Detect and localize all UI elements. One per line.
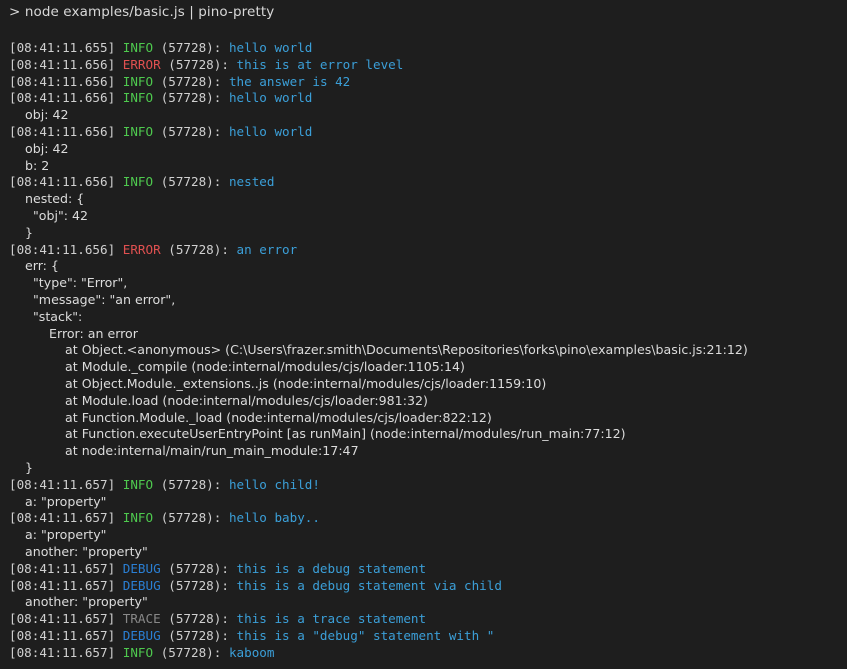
log-message: this is a trace statement <box>237 611 427 626</box>
log-entry: [08:41:11.656] INFO (57728): the answer … <box>0 74 847 91</box>
log-level-badge: ERROR <box>123 242 161 257</box>
log-entry: [08:41:11.657] TRACE (57728): this is a … <box>0 611 847 628</box>
log-object-line: at Module._compile (node:internal/module… <box>0 359 847 376</box>
log-pid: (57728): <box>161 477 222 492</box>
log-message: this is at error level <box>237 57 404 72</box>
shell-command: node examples/basic.js | pino-pretty <box>25 4 275 20</box>
log-level-badge: INFO <box>123 74 153 89</box>
log-entry: [08:41:11.656] INFO (57728): hello world <box>0 90 847 107</box>
log-pid: (57728): <box>161 90 222 105</box>
log-object-line: err: { <box>0 258 847 275</box>
log-message: hello world <box>229 124 312 139</box>
log-pid: (57728): <box>168 611 229 626</box>
log-timestamp: [08:41:11.657] <box>9 510 115 525</box>
log-timestamp: [08:41:11.656] <box>9 74 115 89</box>
log-object-line: another: "property" <box>0 544 847 561</box>
log-timestamp: [08:41:11.657] <box>9 611 115 626</box>
log-pid: (57728): <box>168 578 229 593</box>
log-entry: [08:41:11.657] DEBUG (57728): this is a … <box>0 561 847 578</box>
log-message: hello child! <box>229 477 320 492</box>
prompt-sigil: > <box>9 4 20 20</box>
log-entry: [08:41:11.656] INFO (57728): nested <box>0 174 847 191</box>
log-pid: (57728): <box>161 645 222 660</box>
log-object-line: at Object.Module._extensions..js (node:i… <box>0 376 847 393</box>
log-entry: [08:41:11.656] INFO (57728): hello world <box>0 124 847 141</box>
log-pid: (57728): <box>168 57 229 72</box>
log-entry: [08:41:11.657] INFO (57728): kaboom <box>0 645 847 662</box>
log-object-line: at node:internal/main/run_main_module:17… <box>0 443 847 460</box>
log-level-badge: DEBUG <box>123 628 161 643</box>
log-message: hello world <box>229 90 312 105</box>
log-entry: [08:41:11.657] INFO (57728): hello child… <box>0 477 847 494</box>
log-level-badge: ERROR <box>123 57 161 72</box>
log-level-badge: TRACE <box>123 611 161 626</box>
log-object-line: a: "property" <box>0 527 847 544</box>
log-entry: [08:41:11.657] INFO (57728): hello baby.… <box>0 510 847 527</box>
log-timestamp: [08:41:11.657] <box>9 561 115 576</box>
log-level-badge: INFO <box>123 477 153 492</box>
log-pid: (57728): <box>161 40 222 55</box>
log-object-line: "message": "an error", <box>0 292 847 309</box>
log-message: this is a debug statement <box>237 561 427 576</box>
log-object-line: nested: { <box>0 191 847 208</box>
log-timestamp: [08:41:11.657] <box>9 628 115 643</box>
log-timestamp: [08:41:11.656] <box>9 90 115 105</box>
shell-prompt-line: > node examples/basic.js | pino-pretty <box>9 4 274 21</box>
log-level-badge: INFO <box>123 124 153 139</box>
log-level-badge: DEBUG <box>123 561 161 576</box>
log-entry: [08:41:11.656] ERROR (57728): an error <box>0 242 847 259</box>
log-timestamp: [08:41:11.657] <box>9 645 115 660</box>
terminal-window[interactable]: > node examples/basic.js | pino-pretty [… <box>0 0 847 669</box>
log-object-line: obj: 42 <box>0 141 847 158</box>
log-object-line: } <box>0 460 847 477</box>
log-timestamp: [08:41:11.656] <box>9 242 115 257</box>
log-message: hello baby.. <box>229 510 320 525</box>
log-message: this is a "debug" statement with " <box>237 628 495 643</box>
log-entry: [08:41:11.657] DEBUG (57728): this is a … <box>0 628 847 645</box>
log-message: this is a debug statement via child <box>237 578 502 593</box>
log-object-line: "obj": 42 <box>0 208 847 225</box>
log-object-line: a: "property" <box>0 494 847 511</box>
log-timestamp: [08:41:11.655] <box>9 40 115 55</box>
log-pid: (57728): <box>161 510 222 525</box>
log-timestamp: [08:41:11.656] <box>9 57 115 72</box>
log-message: an error <box>237 242 298 257</box>
log-message: hello world <box>229 40 312 55</box>
log-object-line: "stack": <box>0 309 847 326</box>
log-pid: (57728): <box>161 174 222 189</box>
log-pid: (57728): <box>161 74 222 89</box>
log-object-line: b: 2 <box>0 158 847 175</box>
log-timestamp: [08:41:11.656] <box>9 124 115 139</box>
log-pid: (57728): <box>168 561 229 576</box>
log-level-badge: INFO <box>123 645 153 660</box>
log-object-line: Error: an error <box>0 326 847 343</box>
log-object-line: at Module.load (node:internal/modules/cj… <box>0 393 847 410</box>
log-message: kaboom <box>229 645 275 660</box>
log-timestamp: [08:41:11.657] <box>9 578 115 593</box>
log-pid: (57728): <box>168 242 229 257</box>
log-message: the answer is 42 <box>229 74 350 89</box>
log-output[interactable]: [08:41:11.655] INFO (57728): hello world… <box>0 40 847 661</box>
log-object-line: } <box>0 225 847 242</box>
log-level-badge: INFO <box>123 174 153 189</box>
log-object-line: at Function.Module._load (node:internal/… <box>0 410 847 427</box>
log-level-badge: INFO <box>123 40 153 55</box>
log-message: nested <box>229 174 275 189</box>
log-level-badge: INFO <box>123 510 153 525</box>
log-object-line: "type": "Error", <box>0 275 847 292</box>
log-entry: [08:41:11.657] DEBUG (57728): this is a … <box>0 578 847 595</box>
log-pid: (57728): <box>161 124 222 139</box>
log-entry: [08:41:11.655] INFO (57728): hello world <box>0 40 847 57</box>
log-object-line: another: "property" <box>0 594 847 611</box>
log-timestamp: [08:41:11.656] <box>9 174 115 189</box>
log-timestamp: [08:41:11.657] <box>9 477 115 492</box>
log-level-badge: DEBUG <box>123 578 161 593</box>
log-object-line: obj: 42 <box>0 107 847 124</box>
log-object-line: at Function.executeUserEntryPoint [as ru… <box>0 426 847 443</box>
log-pid: (57728): <box>168 628 229 643</box>
log-object-line: at Object.<anonymous> (C:\Users\frazer.s… <box>0 342 847 359</box>
log-level-badge: INFO <box>123 90 153 105</box>
log-entry: [08:41:11.656] ERROR (57728): this is at… <box>0 57 847 74</box>
